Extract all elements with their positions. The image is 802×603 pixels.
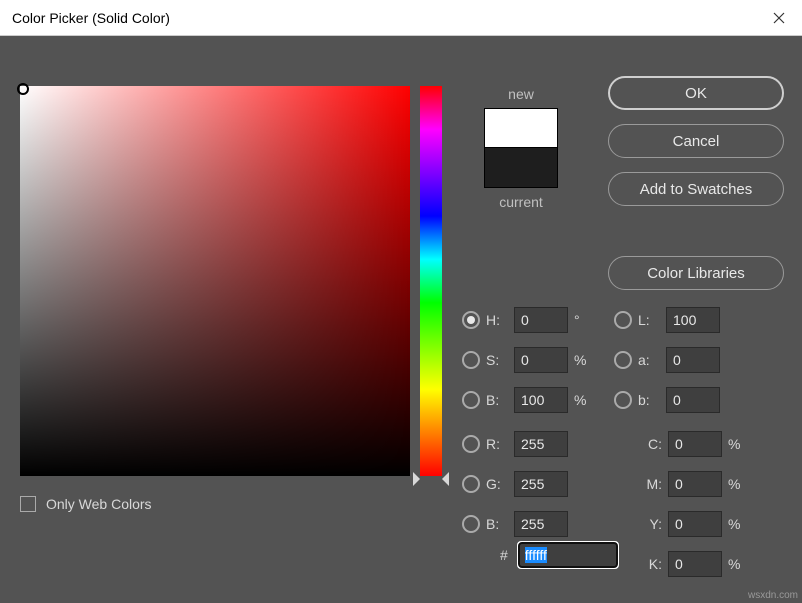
watermark: wsxdn.com [748,590,798,601]
hue-slider-thumb-left [413,472,420,486]
hex-label: # [500,547,508,563]
unit-c: % [722,436,746,452]
input-h[interactable] [514,307,568,333]
radio-g[interactable] [462,475,480,493]
label-m: M: [636,476,662,492]
radio-b-lab[interactable] [614,391,632,409]
unit-y: % [722,516,746,532]
new-color-swatch [484,108,558,148]
saturation-value-field[interactable] [20,86,410,476]
radio-r[interactable] [462,435,480,453]
web-colors-checkbox[interactable] [20,496,36,512]
dialog-content: new current OK Cancel Add to Swatches Co… [0,36,802,76]
web-colors-label: Only Web Colors [46,496,152,512]
unit-m: % [722,476,746,492]
label-s: S: [486,352,514,368]
current-label: current [466,194,576,210]
action-buttons: OK Cancel Add to Swatches Color Librarie… [608,76,784,304]
unit-s: % [568,352,592,368]
input-c[interactable] [668,431,722,457]
label-h: H: [486,312,514,328]
radio-l[interactable] [614,311,632,329]
input-b-lab[interactable] [666,387,720,413]
hue-slider-thumb-right [442,472,449,486]
label-l: L: [638,312,666,328]
add-to-swatches-button[interactable]: Add to Swatches [608,172,784,206]
input-s[interactable] [514,347,568,373]
radio-h[interactable] [462,311,480,329]
input-l[interactable] [666,307,720,333]
color-libraries-button[interactable]: Color Libraries [608,256,784,290]
close-button[interactable] [756,0,802,36]
label-y: Y: [636,516,662,532]
radio-b-hsb[interactable] [462,391,480,409]
radio-a[interactable] [614,351,632,369]
label-c: C: [636,436,662,452]
input-k[interactable] [668,551,722,577]
radio-s[interactable] [462,351,480,369]
hex-row: # [500,542,618,568]
label-k: K: [636,556,662,572]
input-b-hsb[interactable] [514,387,568,413]
input-a[interactable] [666,347,720,373]
input-hex[interactable] [518,542,618,568]
title-bar: Color Picker (Solid Color) [0,0,802,36]
color-swatch-area: new current [466,86,576,216]
web-colors-row: Only Web Colors [20,496,152,512]
hue-slider[interactable] [420,86,442,476]
ok-button[interactable]: OK [608,76,784,110]
label-r: R: [486,436,514,452]
radio-b-rgb[interactable] [462,515,480,533]
window-title: Color Picker (Solid Color) [12,10,170,26]
input-g[interactable] [514,471,568,497]
input-y[interactable] [668,511,722,537]
unit-b-hsb: % [568,392,592,408]
label-b-rgb: B: [486,516,514,532]
input-b-rgb[interactable] [514,511,568,537]
input-m[interactable] [668,471,722,497]
label-g: G: [486,476,514,492]
close-icon [773,12,785,24]
cancel-button[interactable]: Cancel [608,124,784,158]
label-b-hsb: B: [486,392,514,408]
input-r[interactable] [514,431,568,457]
label-a: a: [638,352,666,368]
sv-marker [17,83,29,95]
unit-k: % [722,556,746,572]
current-color-swatch[interactable] [484,148,558,188]
label-b-lab: b: [638,392,666,408]
unit-h: ° [568,312,592,328]
new-label: new [466,86,576,102]
